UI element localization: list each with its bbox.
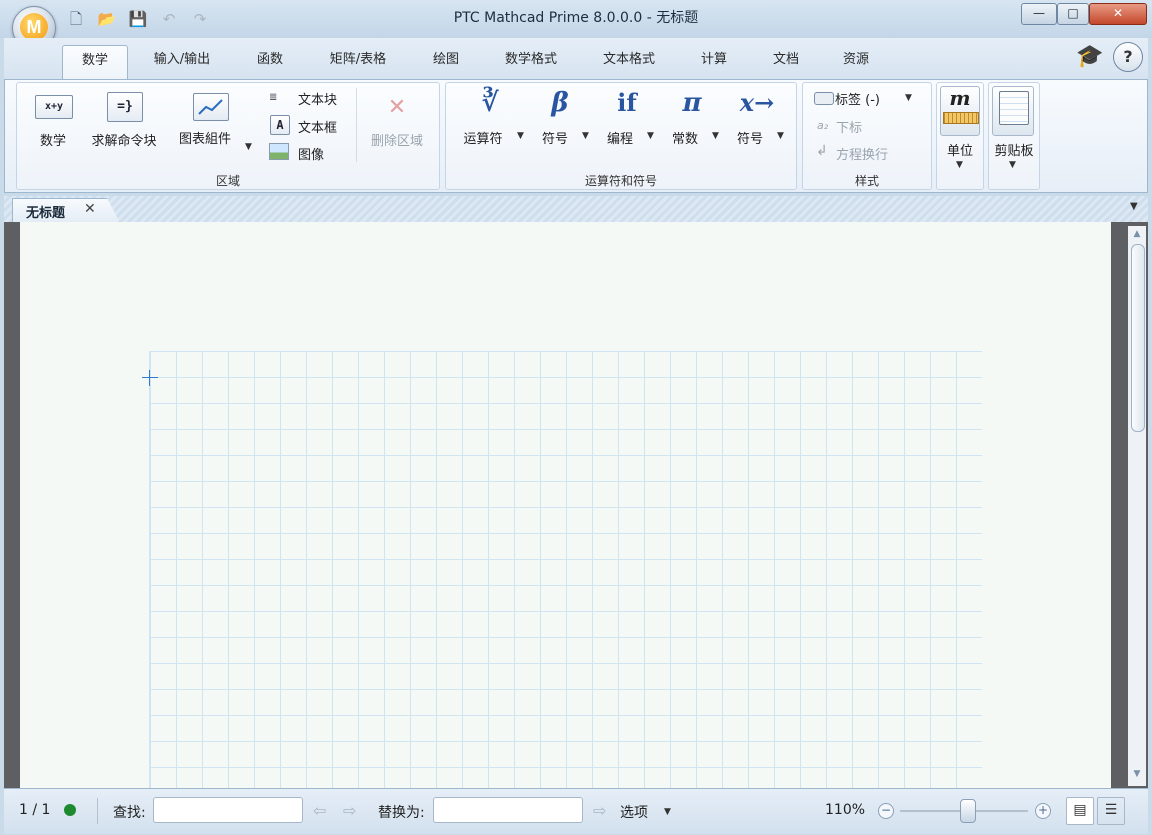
operators-button[interactable]: 运算符 <box>456 128 510 147</box>
new-document-icon[interactable]: 🗋 <box>66 9 86 29</box>
symbolics-dropdown-icon[interactable]: ▼ <box>777 131 784 141</box>
ruler-icon <box>943 112 979 124</box>
operators-dropdown-icon[interactable]: ▼ <box>517 131 524 141</box>
chart-component-button[interactable]: 图表組件 <box>172 128 238 147</box>
save-icon[interactable]: 💾 <box>128 9 148 29</box>
delete-region-icon: ✕ <box>387 95 407 120</box>
units-button[interactable]: 单位 <box>936 140 984 159</box>
tab-math[interactable]: 数学 <box>62 45 128 79</box>
mathcad-logo-icon: M <box>20 13 48 41</box>
tab-functions[interactable]: 函数 <box>240 45 300 78</box>
graduation-cap-icon[interactable]: 🎓 <box>1074 44 1106 70</box>
replace-input[interactable] <box>433 797 583 823</box>
scroll-down-icon[interactable]: ▼ <box>1131 769 1143 779</box>
operators-icon: ∛ <box>481 88 499 118</box>
tag-icon <box>814 92 834 105</box>
group-operators-label: 运算符和符号 <box>584 174 657 188</box>
tab-document[interactable]: 文档 <box>760 45 812 78</box>
undo-icon[interactable]: ↶ <box>159 9 179 29</box>
solve-block-button[interactable]: 求解命令块 <box>86 130 162 149</box>
tab-resources[interactable]: 资源 <box>830 45 882 78</box>
units-icon: m <box>949 86 971 110</box>
clipboard-dropdown-icon[interactable]: ▼ <box>1009 160 1016 170</box>
tab-input-output[interactable]: 输入/输出 <box>140 45 224 78</box>
clipboard-button[interactable]: 剪贴板 <box>988 140 1040 159</box>
programming-dropdown-icon[interactable]: ▼ <box>647 131 654 141</box>
options-button[interactable]: 选项 <box>620 802 648 822</box>
group-regions-label: 区域 <box>215 174 240 188</box>
page-indicator: 1 / 1 <box>19 802 51 818</box>
tab-text-formatting[interactable]: 文本格式 <box>590 45 668 78</box>
programming-button[interactable]: 编程 <box>600 128 640 147</box>
zoom-in-icon[interactable]: + <box>1035 803 1051 819</box>
zoom-out-icon[interactable]: − <box>878 803 894 819</box>
tab-math-formatting[interactable]: 数学格式 <box>492 45 570 78</box>
subscript-button[interactable]: 下标 <box>836 117 862 136</box>
clipboard-icon <box>999 91 1029 125</box>
options-dropdown-icon[interactable]: ▼ <box>664 807 671 817</box>
scrollbar-thumb[interactable] <box>1131 244 1145 432</box>
status-separator <box>97 798 98 824</box>
line-break-icon: ↲ <box>816 143 828 159</box>
minimize-button[interactable]: — <box>1021 3 1057 25</box>
redo-icon[interactable]: ↷ <box>190 9 210 29</box>
open-folder-icon[interactable]: 📂 <box>97 9 117 29</box>
constants-icon: π <box>682 88 702 118</box>
page-view-button[interactable]: ▤ <box>1066 797 1094 825</box>
help-button[interactable]: ? <box>1113 42 1143 72</box>
group-style-label: 样式 <box>854 174 879 188</box>
close-tab-icon[interactable]: ✕ <box>84 201 96 217</box>
units-dropdown-icon[interactable]: ▼ <box>956 160 963 170</box>
math-region-icon: x+y <box>35 95 73 119</box>
scroll-up-icon[interactable]: ▲ <box>1131 229 1143 239</box>
subscript-icon: a₂ <box>817 119 829 132</box>
tab-matrices-tables[interactable]: 矩阵/表格 <box>316 45 400 78</box>
constants-button[interactable]: 常数 <box>665 128 705 147</box>
document-tab-title: 无标题 <box>26 206 66 221</box>
worksheet-grid[interactable] <box>149 351 982 788</box>
solve-block-icon: =} <box>107 92 143 122</box>
close-button[interactable]: ✕ <box>1089 3 1147 25</box>
find-next-icon[interactable]: ⇨ <box>343 801 356 820</box>
math-region-button[interactable]: 数学 <box>26 130 80 149</box>
line-break-button[interactable]: 方程换行 <box>836 144 888 163</box>
chart-component-dropdown-icon[interactable]: ▼ <box>245 142 252 152</box>
chart-component-icon <box>193 93 229 121</box>
find-label: 查找: <box>113 805 146 821</box>
tab-list-dropdown-icon[interactable]: ▼ <box>1130 201 1138 212</box>
text-box-button[interactable]: 文本框 <box>298 117 337 136</box>
symbols-button[interactable]: 符号 <box>535 128 575 147</box>
replace-icon[interactable]: ⇨ <box>593 801 606 820</box>
maximize-button[interactable]: □ <box>1057 3 1089 25</box>
replace-label: 替换为: <box>378 805 425 821</box>
draft-view-button[interactable]: ☰ <box>1097 797 1125 825</box>
symbols-icon: β <box>551 88 569 118</box>
group-separator <box>356 88 357 162</box>
tag-dropdown-icon[interactable]: ▼ <box>905 93 912 103</box>
document-tab-bar <box>4 196 1148 223</box>
symbolics-button[interactable]: 符号 <box>730 128 770 147</box>
text-box-icon: A <box>270 115 290 135</box>
zoom-slider-thumb[interactable] <box>960 799 976 823</box>
tab-plots[interactable]: 绘图 <box>416 45 476 78</box>
symbols-dropdown-icon[interactable]: ▼ <box>582 131 589 141</box>
zoom-level: 110% <box>825 802 866 818</box>
constants-dropdown-icon[interactable]: ▼ <box>712 131 719 141</box>
insertion-crosshair <box>142 370 158 386</box>
text-block-icon: ≣ <box>269 92 278 103</box>
find-previous-icon[interactable]: ⇦ <box>313 801 326 820</box>
image-icon <box>269 143 289 160</box>
image-button[interactable]: 图像 <box>298 144 324 163</box>
tag-button[interactable]: 标签 (-) <box>835 89 880 108</box>
symbolics-icon: x→ <box>739 88 775 117</box>
delete-region-button[interactable]: 删除区域 <box>364 130 430 149</box>
calculation-status-icon <box>64 804 76 816</box>
text-block-button[interactable]: 文本块 <box>298 89 337 108</box>
find-input[interactable] <box>153 797 303 823</box>
tab-calculation[interactable]: 计算 <box>688 45 740 78</box>
programming-icon: if <box>617 88 637 117</box>
